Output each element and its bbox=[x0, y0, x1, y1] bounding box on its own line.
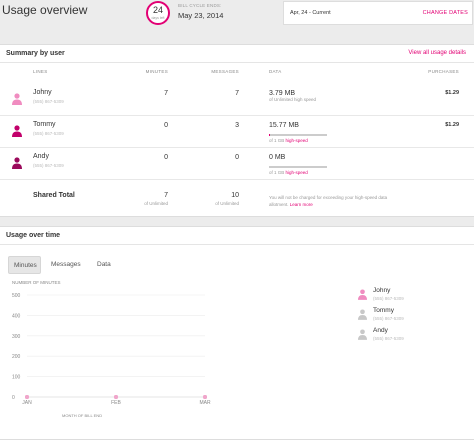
user-purchases: $1.29 bbox=[445, 90, 459, 96]
total-minutes-allotment: of Unlimited bbox=[144, 201, 168, 206]
data-usage-bar bbox=[269, 134, 327, 136]
legend-item-johny[interactable]: Johny (555) 867-5309 bbox=[358, 287, 468, 305]
date-range-box: Apr, 24 - Current CHANGE DATES bbox=[283, 1, 473, 25]
column-header-data: DATA bbox=[269, 69, 282, 74]
user-messages: 3 bbox=[235, 122, 239, 129]
legend-name: Andy bbox=[373, 327, 388, 334]
y-tick-label: 300 bbox=[12, 334, 21, 340]
user-row-johny[interactable]: Johny (555) 867-5309 7 7 3.79 MB of Unli… bbox=[0, 85, 474, 116]
total-messages-allotment: of Unlimited bbox=[215, 201, 239, 206]
shared-total-label: Shared Total bbox=[33, 192, 75, 199]
user-icon bbox=[358, 329, 367, 340]
legend-name: Tommy bbox=[373, 307, 394, 314]
y-tick-label: 500 bbox=[12, 293, 21, 299]
days-left-count: 24 bbox=[152, 5, 163, 15]
legend-item-tommy[interactable]: Tommy (555) 867-5309 bbox=[358, 307, 468, 325]
view-all-usage-link[interactable]: View all usage details bbox=[408, 50, 466, 56]
data-allotment: of 1 GB bbox=[269, 138, 286, 143]
legend-phone: (555) 867-5309 bbox=[373, 296, 404, 301]
user-data-note: of 1 GB high-speed bbox=[269, 170, 308, 175]
user-data-note: of Unlimited high speed bbox=[269, 97, 317, 102]
total-messages: 10 bbox=[231, 192, 239, 199]
user-data-note: of 1 GB high-speed bbox=[269, 138, 308, 143]
bill-cycle-date: May 23, 2014 bbox=[178, 11, 224, 20]
data-usage-bar bbox=[269, 166, 327, 168]
y-tick-label: 100 bbox=[12, 375, 21, 381]
user-icon bbox=[358, 289, 367, 300]
legend-item-andy[interactable]: Andy (555) 867-5309 bbox=[358, 327, 468, 345]
x-tick-label: JAN bbox=[22, 400, 32, 406]
column-header-messages: MESSAGES bbox=[211, 69, 239, 74]
data-point bbox=[25, 395, 29, 399]
overage-note: You will not be charged for exceeding yo… bbox=[269, 194, 399, 208]
legend-phone: (555) 867-5309 bbox=[373, 316, 404, 321]
y-axis-title: NUMBER OF MINUTES bbox=[12, 280, 61, 285]
data-usage-fill bbox=[269, 134, 271, 136]
tab-messages[interactable]: Messages bbox=[46, 256, 88, 274]
days-left-badge: 24 days left bbox=[146, 1, 170, 25]
user-row-tommy[interactable]: Tommy (555) 867-5309 0 3 15.77 MB of 1 G… bbox=[0, 117, 474, 148]
data-allotment: of 1 GB bbox=[269, 170, 286, 175]
user-icon bbox=[358, 309, 367, 320]
change-dates-link[interactable]: CHANGE DATES bbox=[423, 10, 468, 16]
legend-name: Johny bbox=[373, 287, 391, 294]
column-header-lines: LINES bbox=[33, 69, 48, 74]
user-messages: 7 bbox=[235, 90, 239, 97]
x-tick-label: FEB bbox=[111, 400, 121, 406]
y-tick-label: 400 bbox=[12, 313, 21, 319]
user-icon bbox=[12, 125, 22, 137]
shared-total-row: Shared Total 7 of Unlimited 10 of Unlimi… bbox=[0, 187, 474, 215]
user-icon bbox=[12, 157, 22, 169]
usage-over-time-panel: Usage over time Minutes Messages Data NU… bbox=[0, 226, 474, 440]
summary-panel-header: Summary by user View all usage details bbox=[0, 45, 474, 63]
user-data: 3.79 MB bbox=[269, 90, 296, 97]
user-minutes: 0 bbox=[164, 154, 168, 161]
overage-note-text: You will not be charged for exceeding yo… bbox=[269, 195, 388, 207]
y-tick-label: 0 bbox=[12, 395, 15, 401]
user-data: 0 MB bbox=[269, 154, 286, 161]
total-minutes: 7 bbox=[164, 192, 168, 199]
bill-cycle-label: BILL CYCLE ENDS: bbox=[178, 3, 222, 8]
user-row-andy[interactable]: Andy (555) 867-5309 0 0 0 MB of 1 GB hig… bbox=[0, 149, 474, 180]
tab-data[interactable]: Data bbox=[92, 256, 122, 274]
user-name: Johny bbox=[33, 89, 52, 96]
learn-more-link[interactable]: Learn more bbox=[290, 202, 313, 207]
summary-by-user-panel: Summary by user View all usage details L… bbox=[0, 44, 474, 217]
y-tick-label: 200 bbox=[12, 354, 21, 360]
high-speed-link[interactable]: high-speed bbox=[286, 138, 308, 143]
user-data: 15.77 MB bbox=[269, 122, 299, 129]
usage-overview-header: Usage overview 24 days left BILL CYCLE E… bbox=[0, 0, 474, 38]
x-axis-title: MONTH OF BILL END bbox=[62, 413, 102, 418]
days-left-label: days left bbox=[151, 16, 165, 20]
legend-phone: (555) 867-5309 bbox=[373, 336, 404, 341]
column-header-purchases: PURCHASES bbox=[428, 69, 459, 74]
date-range: Apr, 24 - Current bbox=[290, 10, 331, 16]
user-purchases: $1.29 bbox=[445, 122, 459, 128]
user-phone: (555) 867-5309 bbox=[33, 99, 64, 104]
data-point bbox=[114, 395, 118, 399]
user-name: Andy bbox=[33, 153, 49, 160]
user-phone: (555) 867-5309 bbox=[33, 131, 64, 136]
tab-minutes[interactable]: Minutes bbox=[8, 256, 41, 274]
x-tick-label: MAR bbox=[199, 400, 211, 406]
user-name: Tommy bbox=[33, 121, 56, 128]
high-speed-link[interactable]: high-speed bbox=[286, 170, 308, 175]
usage-time-title: Usage over time bbox=[6, 232, 61, 239]
user-messages: 0 bbox=[235, 154, 239, 161]
user-minutes: 7 bbox=[164, 90, 168, 97]
data-point bbox=[203, 395, 207, 399]
user-icon bbox=[12, 93, 22, 105]
usage-time-header: Usage over time bbox=[0, 227, 474, 245]
summary-title: Summary by user bbox=[6, 50, 65, 57]
user-minutes: 0 bbox=[164, 122, 168, 129]
column-header-minutes: MINUTES bbox=[145, 69, 168, 74]
page-title: Usage overview bbox=[2, 3, 88, 17]
user-phone: (555) 867-5309 bbox=[33, 163, 64, 168]
